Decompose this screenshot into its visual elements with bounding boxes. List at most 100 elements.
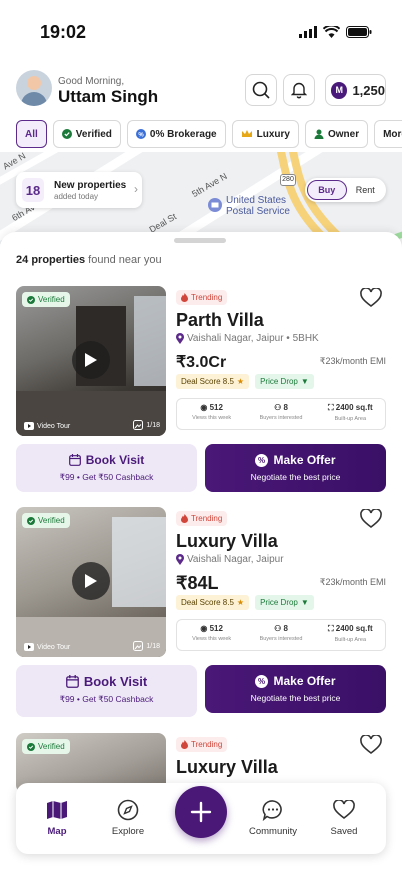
gallery-count: 1/18 [133, 641, 160, 651]
filter-owner[interactable]: Owner [304, 120, 369, 148]
property-photo[interactable]: Verified Video Tour 1/18 [16, 286, 166, 436]
calendar-icon [65, 675, 79, 688]
play-button[interactable] [72, 341, 110, 379]
property-location: Vaishali Nagar, Jaipur • 5BHK [176, 333, 319, 344]
make-offer-button[interactable]: % Make Offer Negotiate the best price [205, 444, 386, 492]
property-title: Parth Villa [176, 310, 264, 330]
verified-icon [61, 129, 72, 139]
notifications-button[interactable] [283, 74, 315, 106]
map-icon [47, 801, 67, 819]
compass-icon [117, 799, 139, 821]
heart-icon[interactable] [360, 288, 382, 308]
property-stats: ◉ 512 Views this week ⚇ 8 Buyers interes… [176, 398, 386, 430]
signal-icon [299, 26, 317, 38]
user-name: Uttam Singh [58, 87, 159, 106]
star-icon: ★ [236, 598, 245, 607]
stat-views: ◉ 512 Views this week [192, 624, 232, 642]
filter-all[interactable]: All [16, 120, 47, 148]
play-icon [85, 353, 97, 367]
book-visit-button[interactable]: Book Visit ₹99 • Get ₹50 Cashback [16, 444, 197, 492]
search-icon [252, 81, 270, 99]
filter-more[interactable]: More [374, 120, 402, 148]
book-visit-button[interactable]: Book Visit ₹99 • Get ₹50 Cashback [16, 665, 197, 717]
location-pin-icon [176, 333, 184, 344]
route-shield: 280 [280, 174, 296, 186]
bell-icon [291, 82, 307, 99]
property-tags: Deal Score 8.5 ★ Price Drop ▼ [176, 374, 314, 389]
heart-icon[interactable] [360, 509, 382, 529]
star-icon: ★ [236, 377, 245, 386]
youtube-icon [24, 643, 34, 651]
youtube-icon [24, 422, 34, 430]
mail-pin-icon [208, 198, 222, 212]
sheet-handle[interactable] [174, 238, 226, 243]
verified-badge: Verified [22, 292, 70, 307]
buy-option[interactable]: Buy [307, 180, 347, 200]
filter-brokerage[interactable]: % 0% Brokerage [126, 120, 226, 148]
fire-icon [181, 293, 188, 302]
wifi-icon [323, 26, 340, 38]
new-properties-subtitle: added today [54, 192, 99, 201]
status-bar: 19:02 [0, 0, 402, 62]
poi-label: United States Postal Service [226, 195, 290, 217]
chat-icon [262, 800, 282, 821]
price-drop-tag: Price Drop ▼ [255, 595, 314, 610]
rent-option[interactable]: Rent [347, 180, 385, 200]
make-offer-button[interactable]: % Make Offer Negotiate the best price [205, 665, 386, 713]
discount-icon: % [255, 674, 269, 688]
verified-badge: Verified [22, 513, 70, 528]
greeting: Good Morning, [58, 76, 125, 87]
trending-badge: Trending [176, 290, 228, 305]
svg-text:%: % [258, 677, 265, 686]
new-properties-card[interactable]: 18 New properties added today › [16, 172, 142, 208]
nav-saved[interactable]: Saved [314, 799, 374, 837]
stat-buyers: ⚇ 8 Buyers interested [259, 403, 303, 421]
play-icon [85, 574, 97, 588]
stat-buyers: ⚇ 8 Buyers interested [259, 624, 303, 642]
property-card[interactable]: Verified Video Tour 1/18 Trending Parth … [16, 286, 386, 492]
calendar-icon [68, 454, 81, 466]
search-button[interactable] [245, 74, 277, 106]
stat-area: ⛶ 2400 sq.ft Built-up Area [327, 403, 373, 422]
property-card[interactable]: Verified Video Tour 1/18 Trending Luxury… [16, 507, 386, 717]
stat-area: ⛶ 2400 sq.ft Built-up Area [327, 624, 373, 643]
video-tour-label: Video Tour [24, 422, 70, 430]
status-icons [299, 26, 372, 38]
nav-explore[interactable]: Explore [98, 799, 158, 837]
nav-community[interactable]: Community [243, 799, 303, 837]
discount-icon: % [255, 453, 269, 467]
fire-icon [181, 740, 188, 749]
arrow-down-icon: ▼ [300, 377, 309, 386]
verified-badge: Verified [22, 739, 70, 754]
new-properties-count: 18 [22, 178, 44, 202]
heart-icon [333, 800, 355, 820]
property-emi: ₹23k/month EMI [319, 577, 386, 587]
deal-score-tag: Deal Score 8.5 ★ [176, 595, 250, 610]
coins-value: 1,250 [352, 82, 385, 98]
buy-rent-toggle[interactable]: Buy Rent [305, 178, 386, 202]
location-pin-icon [176, 554, 184, 565]
property-photo[interactable]: Verified Video Tour 1/18 [16, 507, 166, 657]
heart-icon[interactable] [360, 735, 382, 755]
property-title: Luxury Villa [176, 757, 278, 777]
nav-map[interactable]: Map [27, 799, 87, 837]
avatar[interactable] [16, 70, 52, 106]
area-icon: ⛶ [327, 624, 334, 633]
coin-icon: M [331, 81, 348, 99]
play-button[interactable] [72, 562, 110, 600]
property-location: Vaishali Nagar, Jaipur [176, 554, 284, 565]
video-tour-label: Video Tour [24, 643, 70, 651]
gallery-icon [133, 420, 144, 430]
person-icon [314, 129, 324, 139]
filter-verified[interactable]: Verified [52, 120, 121, 148]
eye-icon: ◉ [200, 624, 208, 633]
filter-luxury[interactable]: Luxury [231, 120, 299, 148]
add-button[interactable] [175, 786, 227, 838]
results-sheet: 24 properties found near you Verified Vi… [0, 232, 402, 874]
svg-text:%: % [138, 132, 144, 138]
people-icon: ⚇ [274, 403, 282, 412]
coins-balance[interactable]: M 1,250 [325, 74, 386, 106]
arrow-down-icon: ▼ [300, 598, 309, 607]
header: Good Morning, Uttam Singh M 1,250 [16, 70, 386, 110]
trending-badge: Trending [176, 737, 228, 752]
